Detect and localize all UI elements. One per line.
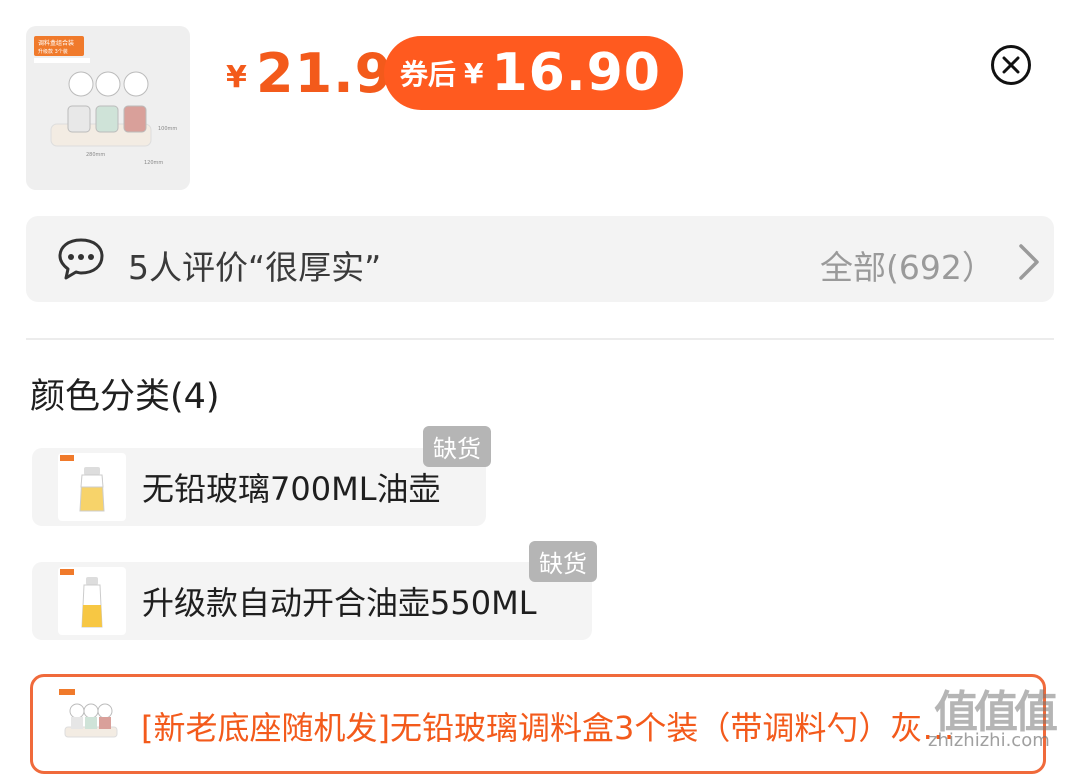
price-currency: ¥ (226, 60, 247, 95)
coupon-price-value: 16.90 (491, 43, 661, 103)
svg-text:100mm: 100mm (158, 126, 177, 132)
svg-text:280mm: 280mm (86, 152, 105, 158)
option-item-oil-pot-700ml[interactable]: 无铅玻璃700ML油壶 (32, 448, 486, 526)
coupon-label: 券后 (400, 58, 457, 91)
option-thumbnail (57, 687, 125, 755)
divider (26, 338, 1054, 340)
watermark: 值值值 zhizhizhi.com (928, 674, 1078, 754)
svg-text:调料盒组合装: 调料盒组合装 (38, 39, 74, 47)
option-label: [新老底座随机发]无铅玻璃调料盒3个装（带调料勺）灰… (141, 709, 955, 747)
close-button[interactable] (991, 45, 1031, 85)
seasoning-box-image (59, 689, 118, 738)
out-of-stock-badge: 缺货 (529, 541, 597, 582)
option-thumbnail (58, 567, 126, 635)
price-value: 21.9 (256, 42, 394, 105)
close-icon (1002, 56, 1020, 74)
option-thumbnail (58, 453, 126, 521)
chevron-right-icon[interactable] (1016, 242, 1042, 282)
option-item-seasoning-box-selected[interactable]: [新老底座随机发]无铅玻璃调料盒3个装（带调料勺）灰… (30, 674, 1046, 774)
coupon-currency: ¥ (464, 56, 484, 90)
option-label: 无铅玻璃700ML油壶 (142, 470, 441, 508)
product-thumbnail[interactable]: 调料盒组合装 升级款 3个装 280mm 120mm 100mm (26, 26, 190, 190)
seasoning-box-image: 调料盒组合装 升级款 3个装 280mm 120mm 100mm (34, 36, 177, 166)
section-title: 颜色分类(4) (30, 377, 220, 417)
coupon-price-badge: 券后 ¥ 16.90 (384, 36, 683, 110)
oil-bottle-image (60, 569, 103, 628)
watermark-url: zhizhizhi.com (928, 730, 1050, 751)
review-summary-text: 5人评价“很厚实” (128, 248, 382, 287)
option-item-oil-pot-550ml[interactable]: 升级款自动开合油壶550ML (32, 562, 592, 640)
svg-text:升级款 3个装: 升级款 3个装 (38, 48, 68, 55)
all-reviews-link[interactable]: 全部(692） (820, 241, 995, 289)
svg-text:120mm: 120mm (144, 160, 163, 166)
oil-bottle-image (60, 455, 105, 512)
out-of-stock-badge: 缺货 (423, 426, 491, 467)
comment-icon (58, 238, 104, 280)
option-label: 升级款自动开合油壶550ML (142, 584, 537, 622)
